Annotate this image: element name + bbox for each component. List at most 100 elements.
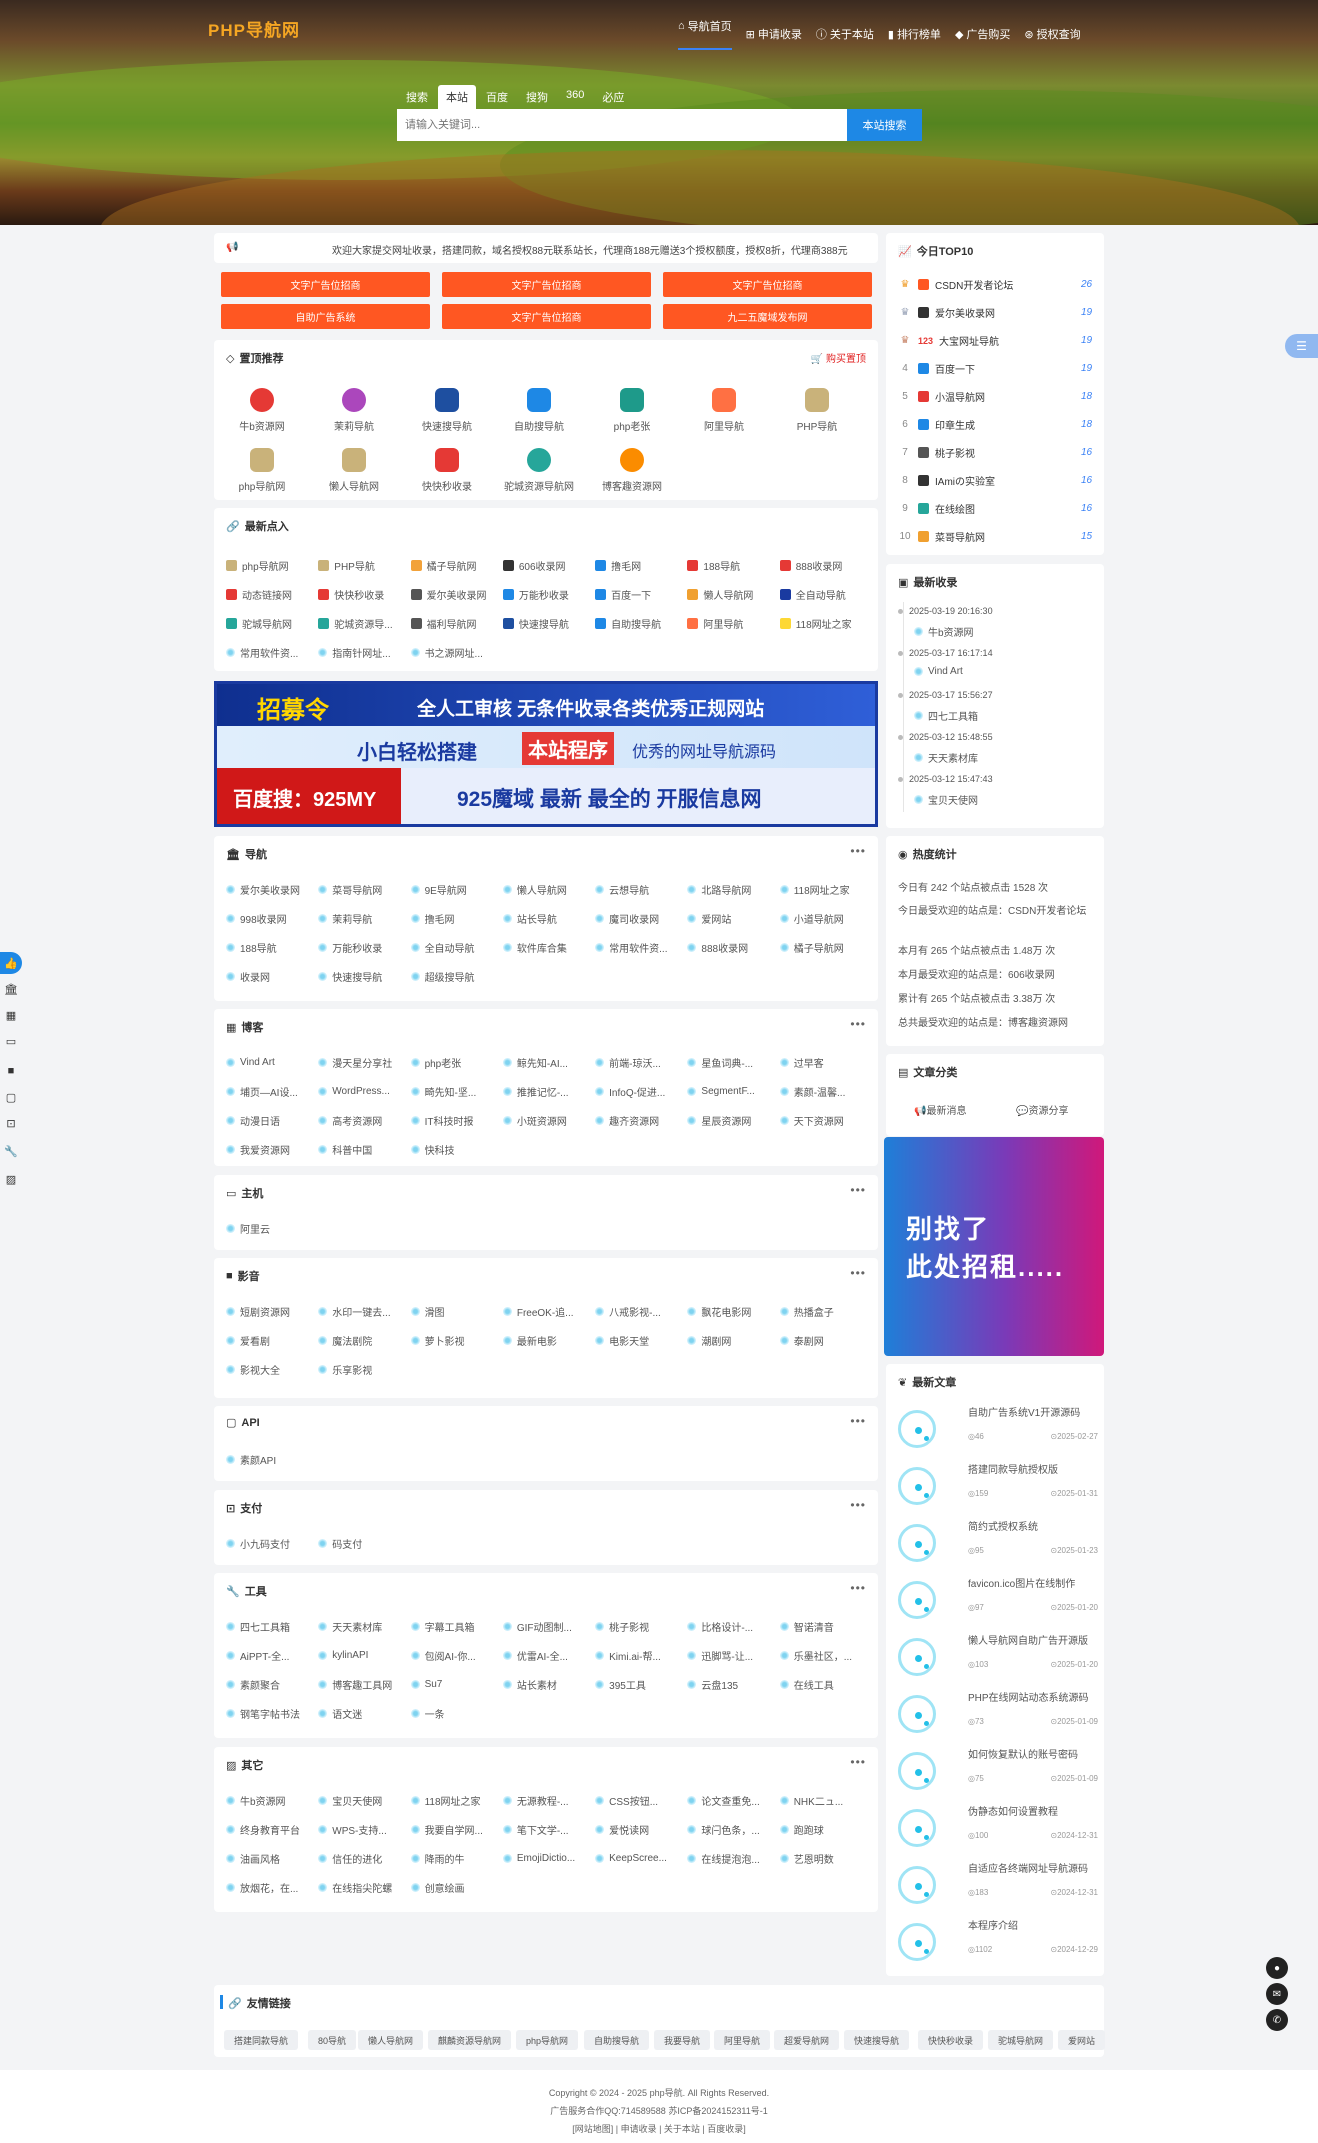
category-link[interactable]: 小斑资源网 (502, 1113, 589, 1128)
top10-item[interactable]: 6 印章生成 18 (898, 417, 1098, 432)
tab-site[interactable]: 本站 (438, 85, 476, 109)
category-link[interactable]: 漫天星分享社 (318, 1055, 404, 1070)
pinned-item[interactable]: 快快秒收录 (412, 448, 482, 493)
category-link[interactable]: 天下资源网 (779, 1113, 866, 1128)
category-link[interactable]: FreeOK-追... (502, 1304, 589, 1319)
category-link[interactable]: 乐享影视 (318, 1362, 404, 1377)
latest-link[interactable]: 指南针网址... (318, 645, 404, 660)
pinned-item[interactable]: 自助搜导航 (504, 388, 574, 433)
ad-slot-2[interactable]: 文字广告位招商 (442, 272, 651, 297)
category-link[interactable]: 我要自学网... (410, 1822, 497, 1837)
thumb-icon[interactable]: 👍 (0, 952, 22, 974)
category-link[interactable]: 无源教程-... (502, 1793, 589, 1808)
tab-sogou[interactable]: 搜狗 (518, 85, 556, 109)
more-icon[interactable]: ••• (850, 1498, 866, 1512)
category-link[interactable]: 云想导航 (595, 882, 681, 897)
pinned-item[interactable]: 阿里导航 (689, 388, 759, 433)
latest-link[interactable]: 爱尔美收录网 (410, 587, 497, 602)
category-link[interactable]: 潮剧网 (687, 1333, 773, 1348)
latest-link[interactable]: 驼城资源导... (318, 616, 404, 631)
pinned-item[interactable]: 驼城资源导航网 (504, 448, 574, 493)
top10-item[interactable]: ♛ CSDN开发者论坛 26 (898, 277, 1098, 292)
more-icon[interactable]: ••• (850, 1755, 866, 1769)
category-link[interactable]: 魔法剧院 (318, 1333, 404, 1348)
category-link[interactable]: InfoQ-促进... (595, 1084, 681, 1099)
latest-link[interactable]: 驼城导航网 (226, 616, 312, 631)
category-link[interactable]: 素颜API (226, 1452, 312, 1467)
article-item[interactable]: 自适应各终端网址导航源码 ◎183 ⊙2024-12-31 (898, 1860, 1098, 1916)
category-link[interactable]: 小九码支付 (226, 1536, 312, 1551)
category-link[interactable]: 爱网站 (687, 911, 773, 926)
side-menu-icon[interactable]: ☰ (1285, 334, 1318, 358)
more-icon[interactable]: ••• (850, 1414, 866, 1428)
category-link[interactable]: 爱尔美收录网 (226, 882, 312, 897)
tab-360[interactable]: 360 (558, 85, 592, 109)
wechat-icon[interactable]: ✆ (1266, 2009, 1288, 2031)
latest-link[interactable]: 动态链接网 (226, 587, 312, 602)
top10-item[interactable]: 5 小温导航网 18 (898, 389, 1098, 404)
latest-link[interactable]: 常用软件资... (226, 645, 312, 660)
rent-promo[interactable]: 别找了 此处招租..... (884, 1137, 1104, 1356)
category-link[interactable]: 茉莉导航 (318, 911, 404, 926)
category-link[interactable]: 降雨的牛 (410, 1851, 497, 1866)
category-link[interactable]: 放烟花，在... (226, 1880, 312, 1895)
category-link[interactable]: 天天素材库 (318, 1619, 404, 1634)
category-link[interactable]: 站长导航 (502, 911, 589, 926)
category-link[interactable]: 素颜聚合 (226, 1677, 312, 1692)
tab-baidu[interactable]: 百度 (478, 85, 516, 109)
category-link[interactable]: CSS按钮... (595, 1793, 681, 1808)
category-link[interactable]: NHK二ュ... (779, 1793, 866, 1808)
category-link[interactable]: 水印一键去... (318, 1304, 404, 1319)
top10-item[interactable]: 10 菜哥导航网 15 (898, 529, 1098, 544)
category-link[interactable]: 懒人导航网 (502, 882, 589, 897)
category-link[interactable]: 素颜-温馨... (779, 1084, 866, 1099)
category-link[interactable]: 四七工具箱 (226, 1619, 312, 1634)
category-link[interactable]: KeepScree... (595, 1851, 681, 1866)
video-icon[interactable]: ■ (0, 1060, 22, 1082)
article-item[interactable]: PHP在线网站动态系统源码 ◎73 ⊙2025-01-09 (898, 1689, 1098, 1745)
recent-item[interactable]: 2025-03-19 20:16:30 牛b资源网 (898, 606, 993, 639)
category-link[interactable]: 电影天堂 (595, 1333, 681, 1348)
category-link[interactable]: 八戒影视-... (595, 1304, 681, 1319)
category-link[interactable]: 阿里云 (226, 1221, 312, 1236)
category-link[interactable]: 小道导航网 (779, 911, 866, 926)
category-link[interactable]: 在线工具 (779, 1677, 866, 1692)
friend-link[interactable]: 80导航 (308, 2030, 357, 2050)
category-link[interactable]: 滑图 (410, 1304, 497, 1319)
article-item[interactable]: 本程序介绍 ◎1102 ⊙2024-12-29 (898, 1917, 1098, 1973)
article-cat-news[interactable]: 📢最新消息 (914, 1102, 966, 1117)
article-item[interactable]: favicon.ico图片在线制作 ◎97 ⊙2025-01-20 (898, 1575, 1098, 1631)
site-logo[interactable]: PHP导航网 (208, 16, 300, 41)
category-link[interactable]: 比格设计-... (687, 1619, 773, 1634)
category-link[interactable]: 魔司收录网 (595, 911, 681, 926)
article-item[interactable]: 伪静态如何设置教程 ◎100 ⊙2024-12-31 (898, 1803, 1098, 1859)
category-link[interactable]: 在线提泡泡... (687, 1851, 773, 1866)
pinned-item[interactable]: 茉莉导航 (319, 388, 389, 433)
category-link[interactable]: 飘花电影网 (687, 1304, 773, 1319)
ad-slot-4[interactable]: 自助广告系统 (221, 304, 430, 329)
category-link[interactable]: 998收录网 (226, 911, 312, 926)
friend-link[interactable]: 超爱导航网 (774, 2030, 840, 2050)
more-icon[interactable]: ••• (850, 1266, 866, 1280)
latest-link[interactable]: 188导航 (687, 558, 773, 573)
latest-link[interactable]: 撸毛网 (595, 558, 681, 573)
category-link[interactable]: 乐墨社区，... (779, 1648, 866, 1663)
bank-icon[interactable]: 🏛 (0, 978, 22, 1000)
recent-item[interactable]: 2025-03-17 15:56:27 四七工具箱 (898, 690, 993, 723)
latest-link[interactable]: 快快秒收录 (318, 587, 404, 602)
category-link[interactable]: 站长素材 (502, 1677, 589, 1692)
category-link[interactable]: 跑跑球 (779, 1822, 866, 1837)
latest-link[interactable]: 606收录网 (502, 558, 589, 573)
friend-link[interactable]: 搭建同款导航 (224, 2030, 299, 2050)
category-link[interactable]: 语文迷 (318, 1706, 404, 1721)
latest-link[interactable]: 888收录网 (779, 558, 866, 573)
category-link[interactable]: WordPress... (318, 1084, 404, 1099)
category-link[interactable]: 笔下文学-... (502, 1822, 589, 1837)
friend-link[interactable]: 快快秒收录 (918, 2030, 984, 2050)
qq-icon[interactable]: ● (1266, 1957, 1288, 1979)
nav-submit[interactable]: ⊞ 申请收录 (746, 18, 802, 50)
article-item[interactable]: 简约式授权系统 ◎95 ⊙2025-01-23 (898, 1518, 1098, 1574)
category-link[interactable]: 星鱼词典-... (687, 1055, 773, 1070)
pinned-item[interactable]: php老张 (597, 388, 667, 433)
more-icon[interactable]: ••• (850, 844, 866, 858)
